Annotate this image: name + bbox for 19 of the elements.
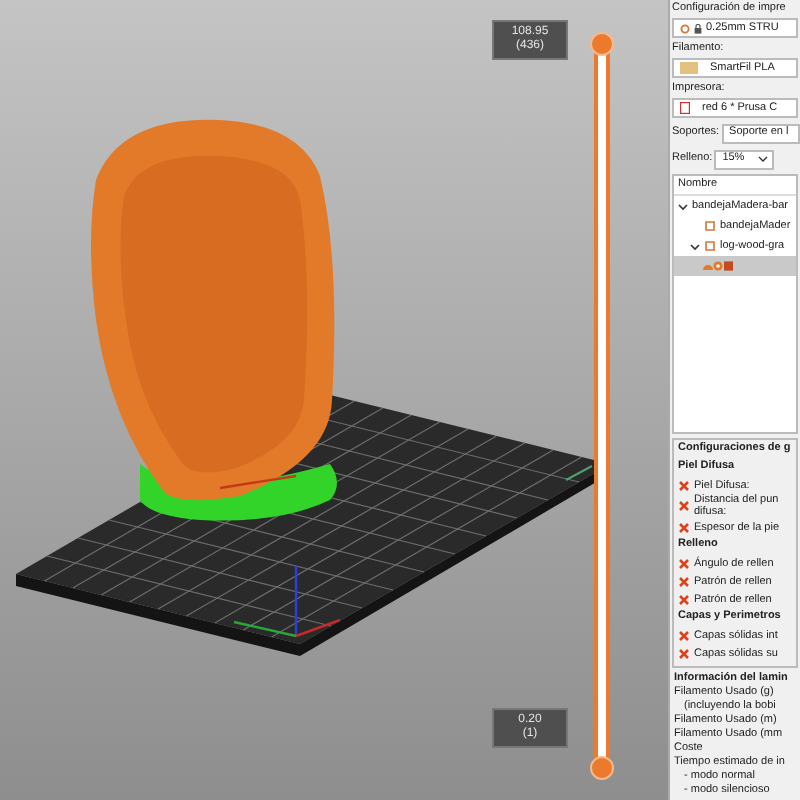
close-icon[interactable] <box>678 593 690 605</box>
close-icon[interactable] <box>678 557 690 569</box>
color-swatch <box>680 62 698 74</box>
close-icon[interactable] <box>678 575 690 587</box>
slider-handle[interactable] <box>590 756 614 780</box>
close-icon[interactable] <box>678 479 690 491</box>
caret-icon[interactable] <box>678 201 688 211</box>
close-icon[interactable] <box>678 500 690 512</box>
layer-slider[interactable] <box>590 32 614 780</box>
lock-icon <box>694 23 702 33</box>
chevron-icon <box>758 156 769 162</box>
close-icon[interactable] <box>678 521 690 533</box>
close-icon[interactable] <box>678 629 690 641</box>
close-icon[interactable] <box>678 647 690 659</box>
settings-icons[interactable] <box>702 260 734 272</box>
axes-drawing <box>233 566 341 638</box>
slider-handle[interactable] <box>590 32 614 56</box>
printer-icon <box>680 102 690 114</box>
caret-icon[interactable] <box>690 241 700 251</box>
